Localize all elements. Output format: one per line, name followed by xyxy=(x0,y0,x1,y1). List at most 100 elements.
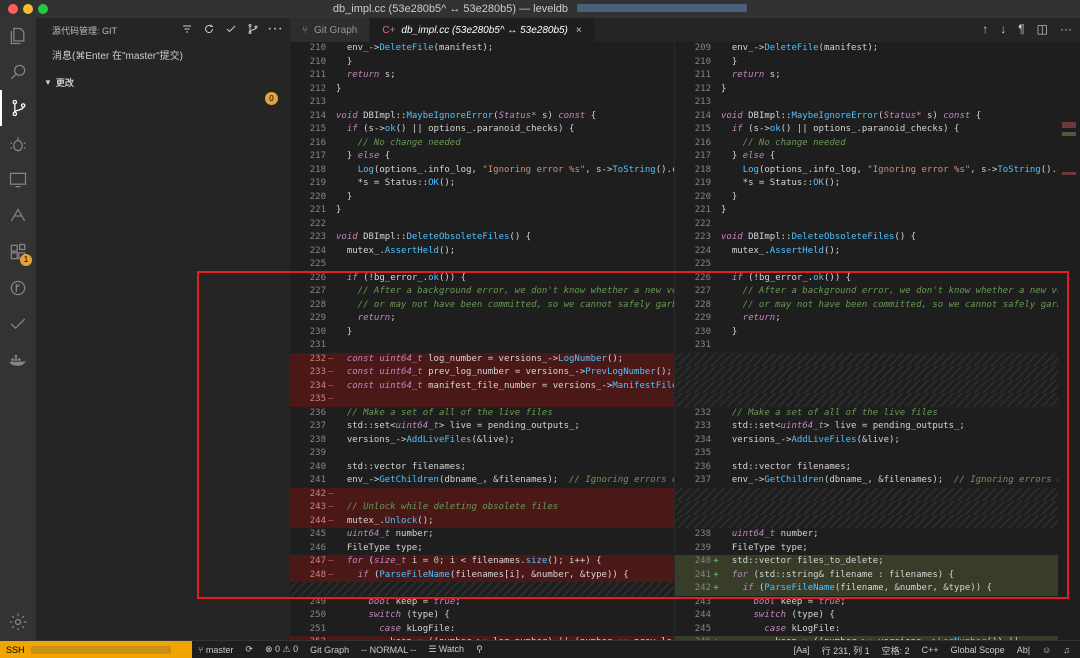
commit-check-icon[interactable] xyxy=(224,22,238,36)
notifications-bell-icon[interactable]: ♫ xyxy=(1057,645,1076,655)
remote-indicator[interactable]: SSH xyxy=(0,640,192,658)
commit-message-input[interactable]: 消息(⌘Enter 在"master"提交) xyxy=(48,46,278,68)
minimize-window-button[interactable] xyxy=(23,4,33,14)
code-line[interactable]: 235 xyxy=(675,447,1058,461)
tab-git-graph[interactable]: ⑂ Git Graph xyxy=(290,18,371,42)
code-line[interactable]: 223 void DBImpl::DeleteObsoleteFiles() { xyxy=(290,231,674,245)
code-line[interactable]: 226 if (!bg_error_.ok()) { xyxy=(290,272,674,286)
code-line[interactable]: 221} xyxy=(290,204,674,218)
view-as-list-icon[interactable] xyxy=(180,22,194,36)
live-share-icon[interactable] xyxy=(0,198,36,234)
code-line[interactable]: 216 // No change needed xyxy=(290,137,674,151)
code-line[interactable]: 229 return; xyxy=(290,312,674,326)
code-line[interactable] xyxy=(675,366,1058,380)
code-line[interactable]: 239 xyxy=(290,447,674,461)
code-line[interactable]: 232— const uint64_t log_number = version… xyxy=(290,352,674,366)
code-line[interactable] xyxy=(675,514,1058,528)
code-line[interactable]: 245 case kLogFile: xyxy=(675,623,1058,637)
code-line[interactable]: 209 env_->DeleteFile(manifest); xyxy=(675,42,1058,56)
search-icon[interactable] xyxy=(0,54,36,90)
code-line[interactable]: 215 if (s->ok() || options_.paranoid_che… xyxy=(675,123,1058,137)
indentation[interactable]: 空格: 2 xyxy=(876,644,916,657)
code-line[interactable]: 225 xyxy=(675,258,1058,272)
code-line[interactable]: 237 std::set<uint64_t> live = pending_ou… xyxy=(290,420,674,434)
code-line[interactable] xyxy=(675,501,1058,515)
code-line[interactable]: 227 // After a background error, we don'… xyxy=(675,285,1058,299)
code-line[interactable]: 226 if (!bg_error_.ok()) { xyxy=(675,272,1058,286)
more-actions-icon[interactable]: ··· xyxy=(267,20,283,37)
diff-original-pane[interactable]: 210 env_->DeleteFile(manifest); 210 } 211 … xyxy=(290,42,674,640)
changes-section-header[interactable]: ▼ 更改 xyxy=(36,72,290,92)
code-line[interactable]: 219 *s = Status::OK(); xyxy=(675,177,1058,191)
code-line[interactable]: 239 FileType type; xyxy=(675,542,1058,556)
code-line[interactable]: 223 void DBImpl::DeleteObsoleteFiles() { xyxy=(675,231,1058,245)
close-icon[interactable]: × xyxy=(576,25,582,36)
code-line[interactable]: 241 env_->GetChildren(dbname_, &filename… xyxy=(290,474,674,488)
code-line[interactable]: 224 mutex_.AssertHeld(); xyxy=(675,245,1058,259)
cursor-position[interactable]: 行 231, 列 1 xyxy=(816,644,876,657)
code-line[interactable]: 251 case kLogFile: xyxy=(290,623,674,637)
watch-indicator[interactable]: ☰ Watch xyxy=(422,644,470,655)
pin-icon[interactable]: ⚲ xyxy=(470,644,489,655)
more-actions-icon[interactable]: ··· xyxy=(1060,22,1072,36)
code-line[interactable]: 227 // After a background error, we don'… xyxy=(290,285,674,299)
code-line[interactable]: 230 } xyxy=(675,326,1058,340)
code-line[interactable]: 233 std::set<uint64_t> live = pending_ou… xyxy=(675,420,1058,434)
code-line[interactable]: 228 // or may not have been committed, s… xyxy=(290,299,674,313)
code-line[interactable]: 212} xyxy=(675,83,1058,97)
code-line[interactable]: 231 xyxy=(290,339,674,353)
code-line[interactable]: 244 switch (type) { xyxy=(675,609,1058,623)
checkmark-icon[interactable] xyxy=(0,306,36,342)
code-line[interactable]: 238 uint64_t number; xyxy=(675,528,1058,542)
code-line[interactable]: 229 return; xyxy=(675,312,1058,326)
spell-indicator[interactable]: Ab| xyxy=(1011,645,1036,655)
code-line[interactable]: 243— // Unlock while deleting obsolete f… xyxy=(290,501,674,515)
settings-gear-icon[interactable] xyxy=(0,604,36,640)
code-line[interactable]: 210 } xyxy=(290,56,674,70)
code-line[interactable]: 220 } xyxy=(675,191,1058,205)
code-line[interactable]: 241 + for (std::string& filename : filena… xyxy=(675,568,1058,582)
explorer-icon[interactable] xyxy=(0,18,36,54)
code-line[interactable]: 218 Log(options_.info_log, "Ignoring err… xyxy=(290,164,674,178)
code-line[interactable]: 243 bool keep = true; xyxy=(675,596,1058,610)
git-history-icon[interactable] xyxy=(0,270,36,306)
code-line[interactable]: 231 xyxy=(675,339,1058,353)
code-line[interactable]: 238 versions_->AddLiveFiles(&live); xyxy=(290,434,674,448)
maximize-window-button[interactable] xyxy=(38,4,48,14)
code-line[interactable]: 212} xyxy=(290,83,674,97)
code-line[interactable]: 219 *s = Status::OK(); xyxy=(290,177,674,191)
sync-icon[interactable]: ⟳ xyxy=(239,644,259,655)
code-line[interactable]: 218 Log(options_.info_log, "Ignoring err… xyxy=(675,164,1058,178)
next-change-icon[interactable]: ↓ xyxy=(1000,22,1006,36)
code-line[interactable]: 214 void DBImpl::MaybeIgnoreError(Status*… xyxy=(290,110,674,124)
code-line[interactable]: 222 xyxy=(290,218,674,232)
code-line[interactable] xyxy=(290,582,674,596)
source-control-icon[interactable] xyxy=(0,90,36,126)
split-editor-icon[interactable]: ◫ xyxy=(1037,22,1048,36)
code-line[interactable]: 240 std::vector filenames; xyxy=(290,461,674,475)
code-line[interactable] xyxy=(675,393,1058,407)
toggle-whitespace-icon[interactable]: ¶ xyxy=(1018,22,1024,36)
code-line[interactable]: 216 // No change needed xyxy=(675,137,1058,151)
code-line[interactable]: 220 } xyxy=(290,191,674,205)
scope-indicator[interactable]: Global Scope xyxy=(945,645,1011,655)
code-line[interactable]: 210 } xyxy=(675,56,1058,70)
code-line[interactable]: 250 switch (type) { xyxy=(290,609,674,623)
code-line[interactable]: 213 xyxy=(290,96,674,110)
git-branch-icon[interactable] xyxy=(246,22,260,36)
code-line[interactable]: 240 + std::vector files_to_delete; xyxy=(675,555,1058,569)
previous-change-icon[interactable]: ↑ xyxy=(982,22,988,36)
code-line[interactable]: 217 } else { xyxy=(290,150,674,164)
code-line[interactable] xyxy=(675,379,1058,393)
code-line[interactable]: 214 void DBImpl::MaybeIgnoreError(Status*… xyxy=(675,110,1058,124)
regex-indicator[interactable]: [Aa] xyxy=(788,645,816,655)
overview-ruler[interactable] xyxy=(1058,42,1080,640)
git-graph-status[interactable]: Git Graph xyxy=(304,645,355,655)
code-line[interactable]: 211 return s; xyxy=(290,69,674,83)
code-line[interactable]: 248— if (ParseFileName(filenames[i], &nu… xyxy=(290,568,674,582)
code-line[interactable]: 228 // or may not have been committed, s… xyxy=(675,299,1058,313)
code-line[interactable]: 234 versions_->AddLiveFiles(&live); xyxy=(675,434,1058,448)
code-line[interactable]: 249 bool keep = true; xyxy=(290,596,674,610)
code-line[interactable]: 242— xyxy=(290,487,674,501)
feedback-smiley-icon[interactable]: ☺ xyxy=(1036,645,1057,655)
